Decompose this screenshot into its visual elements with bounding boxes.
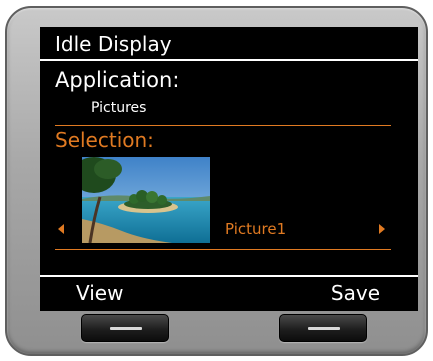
picture-name[interactable]: Picture1: [225, 220, 286, 238]
display-screen: Idle Display Application: Pictures Selec…: [40, 27, 418, 311]
screen-title: Idle Display: [55, 32, 172, 56]
right-hardware-key[interactable]: [279, 314, 367, 342]
key-bar: [308, 327, 340, 330]
selection-divider: [55, 249, 391, 250]
application-label: Application:: [55, 68, 180, 92]
title-divider: [40, 59, 418, 61]
left-hardware-key[interactable]: [81, 314, 169, 342]
picture-thumbnail: [82, 157, 210, 243]
phone-bezel: Idle Display Application: Pictures Selec…: [5, 6, 428, 356]
selection-label: Selection:: [55, 128, 154, 152]
softkey-divider: [40, 275, 418, 277]
softkey-save[interactable]: Save: [331, 280, 380, 306]
arrow-right-icon[interactable]: [379, 224, 385, 234]
landscape-image: [82, 157, 210, 243]
arrow-left-icon[interactable]: [58, 224, 64, 234]
softkey-view[interactable]: View: [76, 280, 123, 306]
application-value[interactable]: Pictures: [91, 99, 146, 117]
key-bar: [110, 327, 142, 330]
field-divider: [55, 125, 391, 126]
